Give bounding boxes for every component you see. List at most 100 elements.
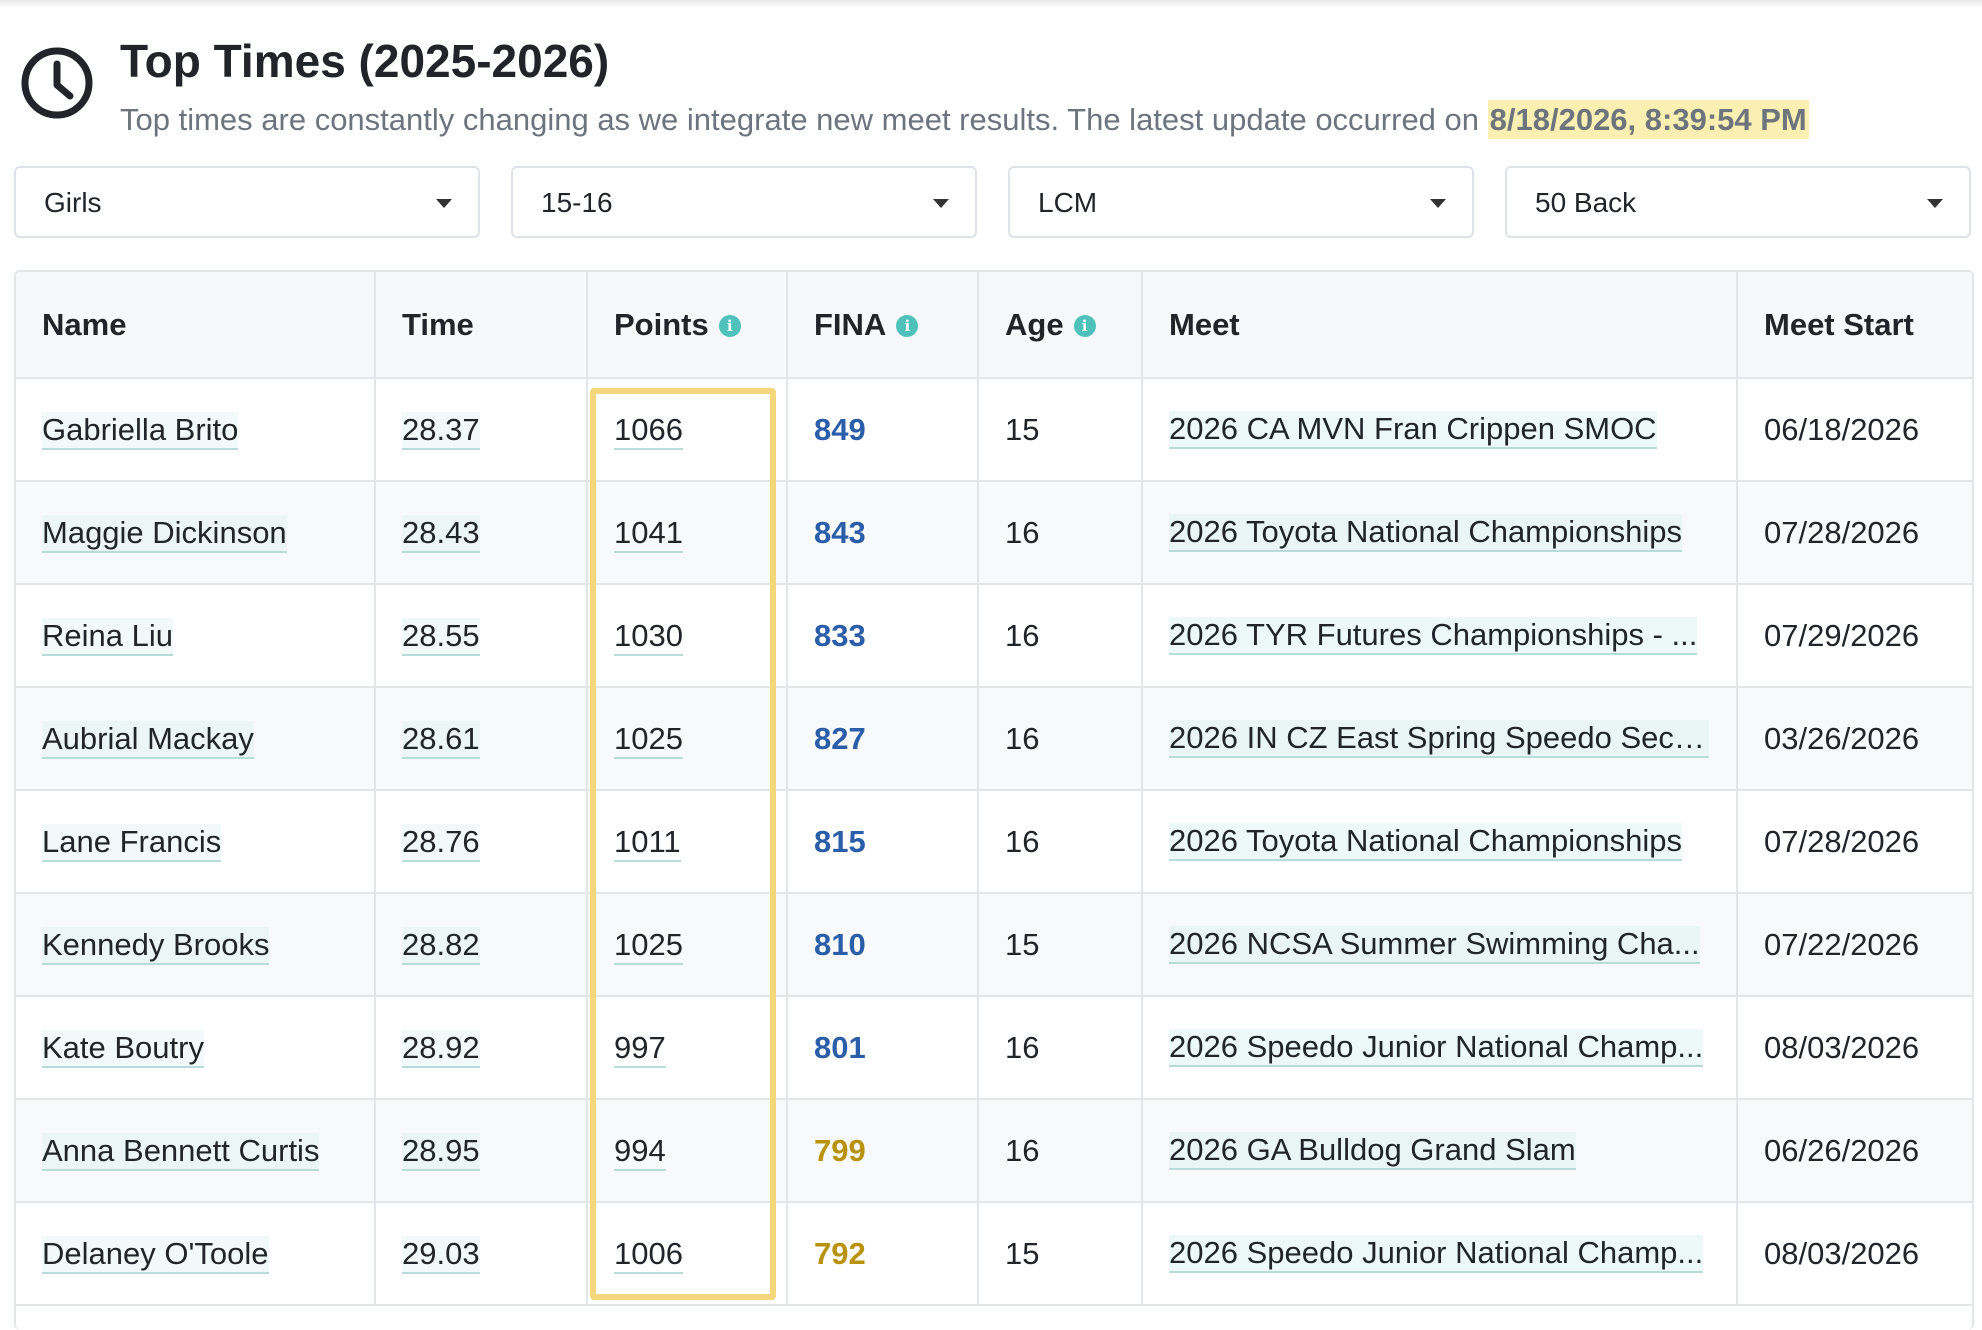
points-value[interactable]: 997: [614, 1029, 666, 1068]
meet-link[interactable]: 2026 NCSA Summer Swimming Cha...: [1169, 925, 1700, 964]
swimmer-name-link[interactable]: Kennedy Brooks: [42, 926, 270, 965]
fina-value: 843: [814, 514, 866, 550]
points-value[interactable]: 1030: [614, 617, 683, 656]
meet-link[interactable]: 2026 GA Bulldog Grand Slam: [1169, 1131, 1576, 1170]
table-row: Kennedy Brooks 28.82 1025 810 15 2026 NCSA Su…: [16, 893, 1972, 997]
cell-time: 28.95: [375, 1099, 588, 1203]
age-value: 15: [1005, 1235, 1040, 1271]
meet-link[interactable]: 2026 CA MVN Fran Crippen SMOC: [1169, 410, 1657, 449]
cell-points: 1041: [587, 481, 788, 585]
clock-icon: [21, 47, 93, 119]
cell-name: Maggie Dickinson: [16, 481, 376, 585]
points-value[interactable]: 1006: [614, 1235, 683, 1274]
cell-name: Kate Boutry: [16, 996, 376, 1100]
points-value[interactable]: 1066: [614, 411, 683, 450]
column-header-name[interactable]: Name: [16, 272, 376, 379]
cell-time: 28.43: [375, 481, 588, 585]
time-link[interactable]: 28.95: [402, 1132, 480, 1171]
column-header-meet-start[interactable]: Meet Start: [1737, 272, 1972, 379]
swimmer-name-link[interactable]: Gabriella Brito: [42, 411, 239, 450]
column-header-time[interactable]: Time: [375, 272, 588, 379]
time-link[interactable]: 28.37: [402, 411, 480, 450]
meet-link[interactable]: 2026 Toyota National Championships: [1169, 822, 1682, 861]
age-value: 15: [1005, 926, 1040, 962]
points-value[interactable]: 994: [614, 1132, 666, 1171]
cell-meet-start: 07/22/2026: [1737, 893, 1972, 997]
cell-name: Kennedy Brooks: [16, 893, 376, 997]
column-header-meet[interactable]: Meet: [1142, 272, 1738, 379]
gender-select[interactable]: Girls: [14, 166, 480, 238]
meet-start-date: 07/28/2026: [1764, 823, 1920, 859]
cell-meet: 2026 CA MVN Fran Crippen SMOC: [1142, 378, 1738, 482]
cell-meet-start: 06/18/2026: [1737, 378, 1972, 482]
cell-age: 16: [978, 790, 1143, 894]
swimmer-name-link[interactable]: Maggie Dickinson: [42, 514, 287, 553]
age-value: 15: [1005, 411, 1040, 447]
cell-time: 28.76: [375, 790, 588, 894]
time-link[interactable]: 28.92: [402, 1029, 480, 1068]
cell-meet-start: 03/26/2026: [1737, 687, 1972, 791]
top-bar-shadow: [0, 0, 1982, 8]
cell-points: 1066: [587, 378, 788, 482]
info-icon[interactable]: i: [896, 315, 919, 338]
cell-fina: 799: [787, 1099, 979, 1203]
time-link[interactable]: 28.43: [402, 514, 480, 553]
cell-points: 1030: [587, 584, 788, 688]
age-value: 16: [1005, 1132, 1040, 1168]
event-select[interactable]: 50 Back: [1505, 166, 1971, 238]
cell-meet: 2026 TYR Futures Championships - ...: [1142, 584, 1738, 688]
swimmer-name-link[interactable]: Lane Francis: [42, 823, 222, 862]
time-link[interactable]: 28.82: [402, 926, 480, 965]
meet-link[interactable]: 2026 Speedo Junior National Champ...: [1169, 1234, 1704, 1273]
meet-link[interactable]: 2026 Speedo Junior National Champ...: [1169, 1028, 1704, 1067]
time-link[interactable]: 28.61: [402, 720, 480, 759]
meet-start-date: 08/03/2026: [1764, 1029, 1920, 1065]
time-link[interactable]: 28.55: [402, 617, 480, 656]
points-value[interactable]: 1011: [614, 823, 681, 862]
info-icon[interactable]: i: [1073, 315, 1096, 338]
cell-age: 16: [978, 481, 1143, 585]
cell-meet-start: 06/26/2026: [1737, 1099, 1972, 1203]
cell-fina: 843: [787, 481, 979, 585]
meet-link[interactable]: 2026 IN CZ East Spring Speedo Secti...: [1169, 719, 1709, 758]
course-select[interactable]: LCM: [1008, 166, 1474, 238]
meet-start-date: 03/26/2026: [1764, 720, 1920, 756]
table-row: Aubrial Mackay 28.61 1025 827 16 2026 IN CZ E…: [16, 687, 1972, 791]
meet-link[interactable]: 2026 Toyota National Championships: [1169, 513, 1682, 552]
table-row: Reina Liu 28.55 1030 833 16 2026 TYR Futures …: [16, 584, 1972, 688]
column-header-points[interactable]: Points i: [587, 272, 788, 379]
cell-time: 28.82: [375, 893, 588, 997]
cell-points: 997: [587, 996, 788, 1100]
time-link[interactable]: 28.76: [402, 823, 480, 862]
points-value[interactable]: 1041: [614, 514, 683, 553]
fina-value: 833: [814, 617, 866, 653]
swimmer-name-link[interactable]: Aubrial Mackay: [42, 720, 254, 759]
fina-value: 815: [814, 823, 866, 859]
points-value[interactable]: 1025: [614, 926, 683, 965]
cell-meet: 2026 Toyota National Championships: [1142, 481, 1738, 585]
info-icon[interactable]: i: [718, 315, 741, 338]
meet-link[interactable]: 2026 TYR Futures Championships - ...: [1169, 616, 1698, 655]
event-select-value: 50 Back: [1535, 187, 1637, 218]
cell-name: Aubrial Mackay: [16, 687, 376, 791]
meet-start-date: 08/03/2026: [1764, 1235, 1920, 1271]
swimmer-name-link[interactable]: Reina Liu: [42, 617, 173, 656]
cell-age: 16: [978, 996, 1143, 1100]
swimmer-name-link[interactable]: Delaney O'Toole: [42, 1235, 269, 1274]
time-link[interactable]: 29.03: [402, 1235, 480, 1274]
column-header-time-label: Time: [402, 306, 474, 342]
cell-time: 28.92: [375, 996, 588, 1100]
cell-meet: 2026 Toyota National Championships: [1142, 790, 1738, 894]
column-header-fina-label: FINA: [814, 306, 887, 342]
age-group-select[interactable]: 15-16: [511, 166, 977, 238]
cell-age: 16: [978, 584, 1143, 688]
column-header-age[interactable]: Age i: [978, 272, 1143, 379]
swimmer-name-link[interactable]: Kate Boutry: [42, 1029, 204, 1068]
column-header-fina[interactable]: FINA i: [787, 272, 979, 379]
fina-value: 801: [814, 1029, 866, 1065]
swimmer-name-link[interactable]: Anna Bennett Curtis: [42, 1132, 320, 1171]
cell-points: 1025: [587, 893, 788, 997]
points-value[interactable]: 1025: [614, 720, 683, 759]
cell-meet: 2026 Speedo Junior National Champ...: [1142, 1202, 1738, 1306]
meet-start-date: 06/26/2026: [1764, 1132, 1920, 1168]
